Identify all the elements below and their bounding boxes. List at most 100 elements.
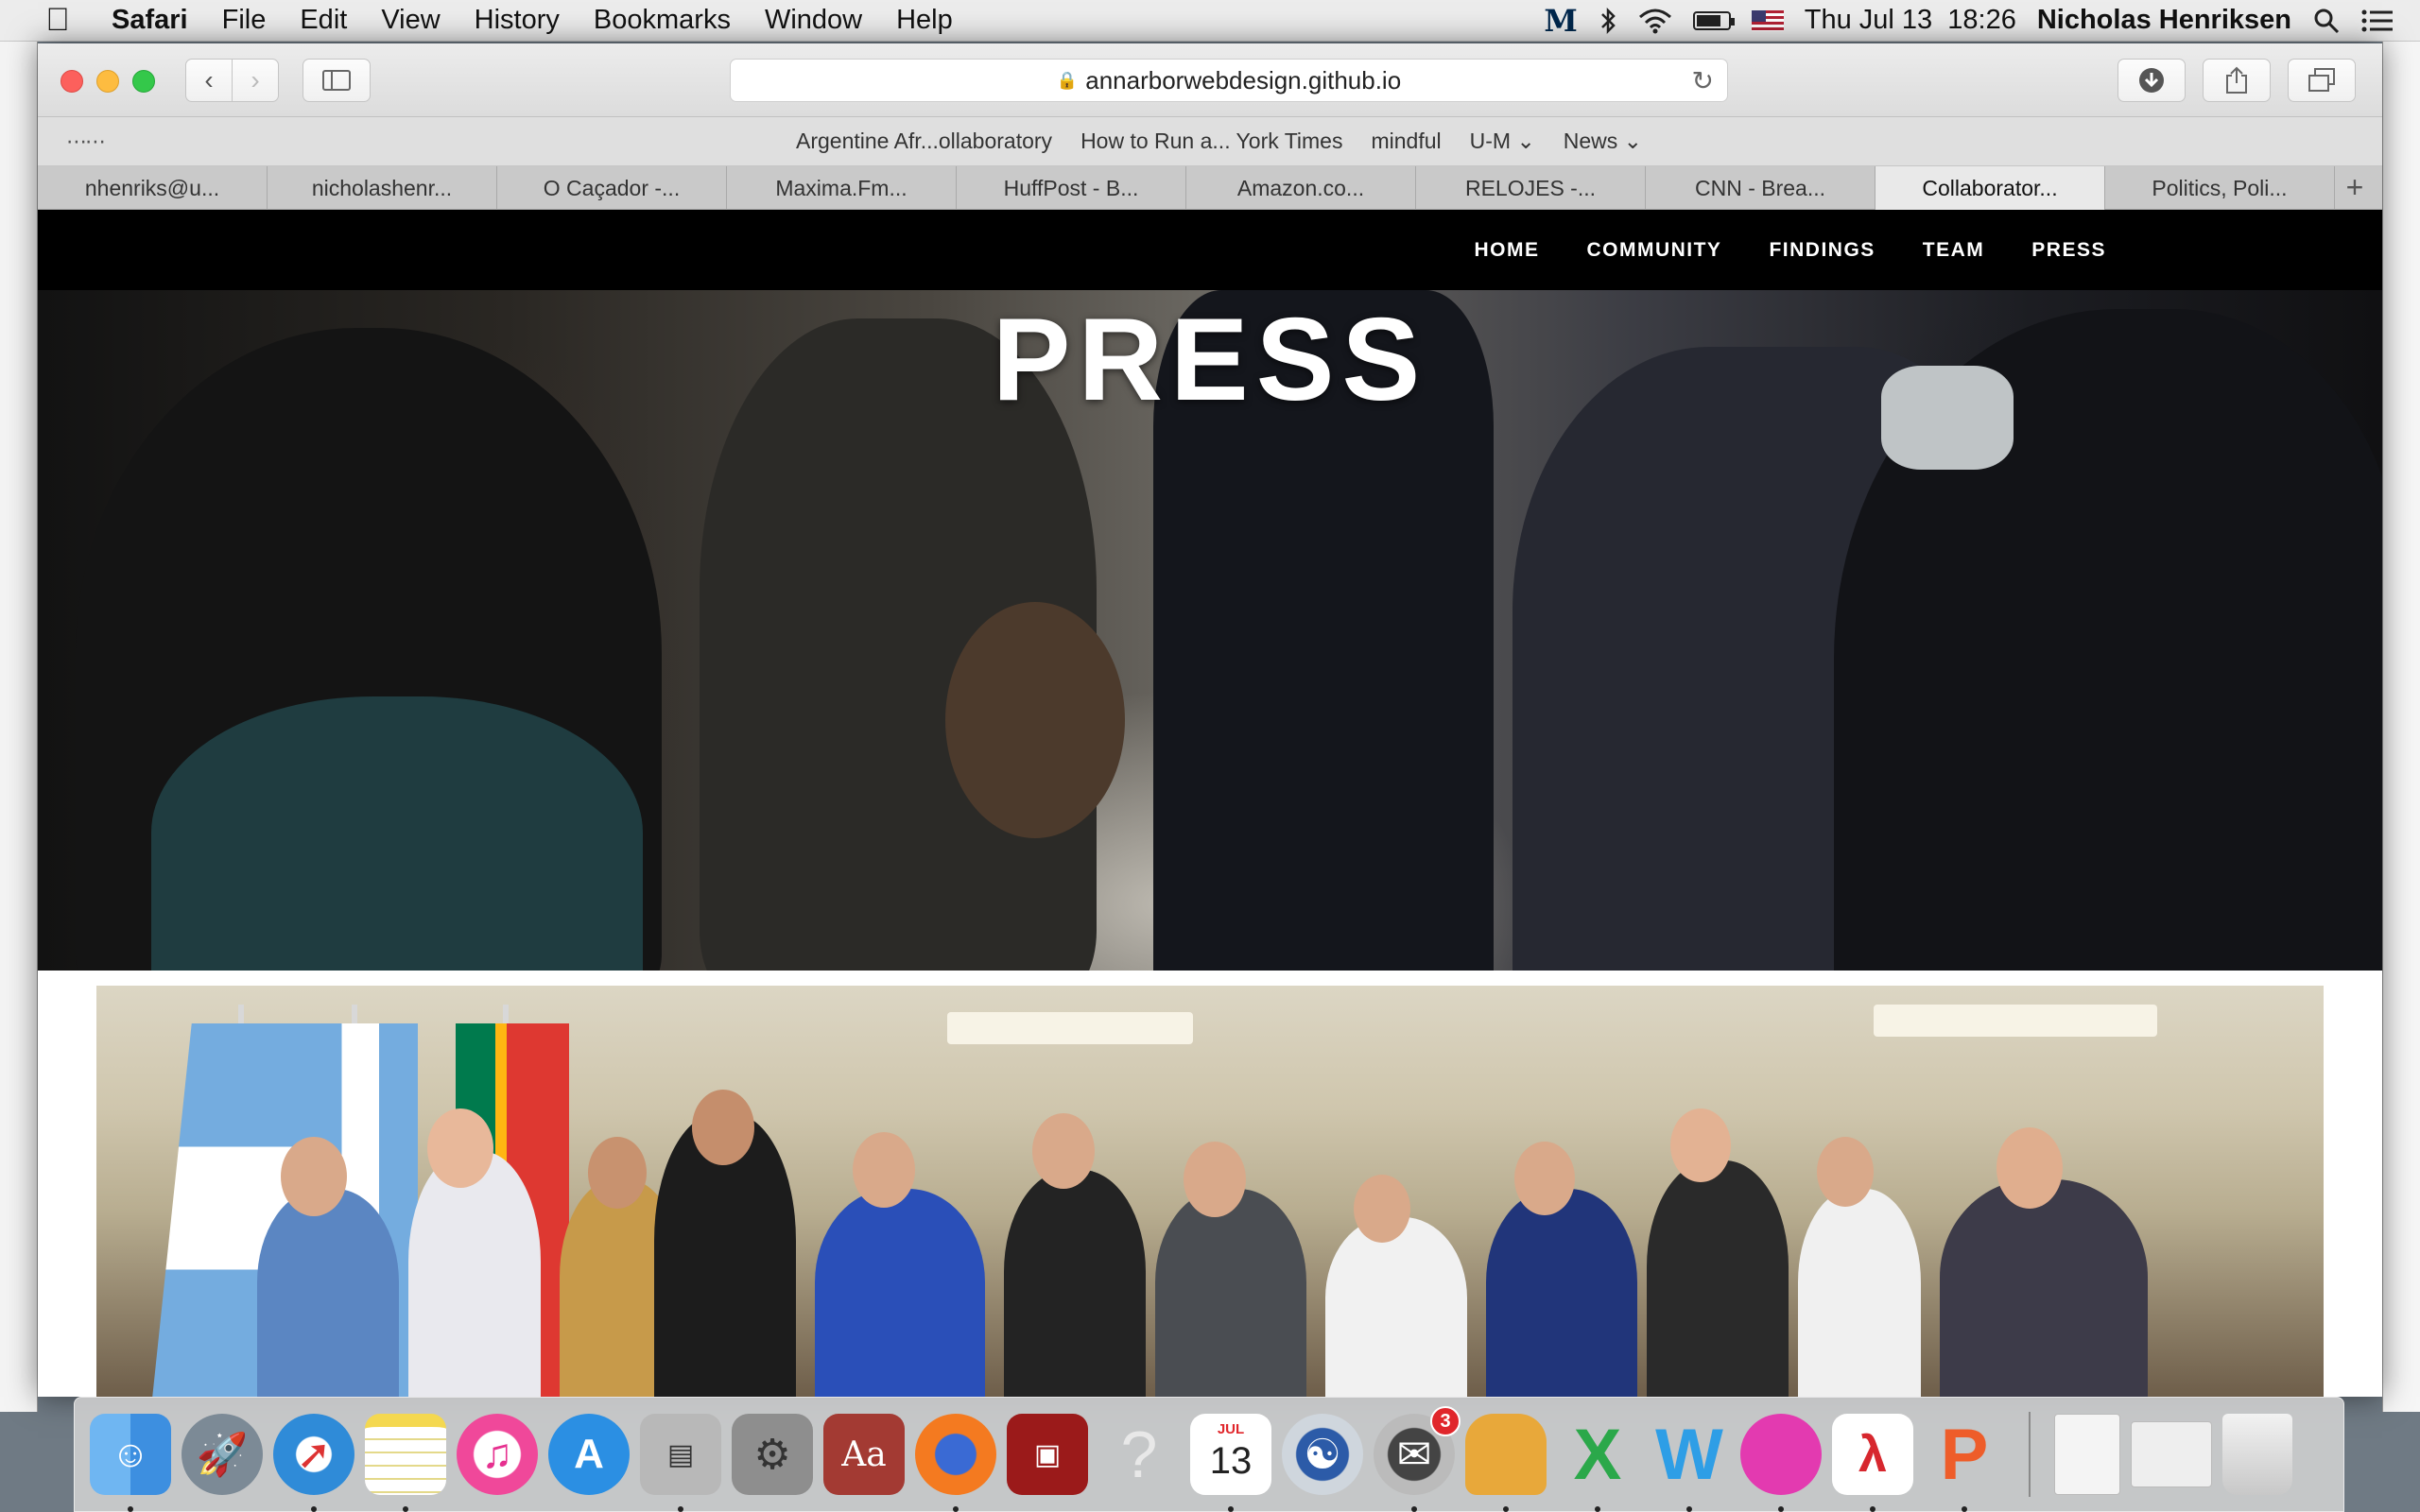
notes-icon[interactable] — [365, 1414, 446, 1512]
page-title: PRESS — [992, 295, 1428, 425]
help-icon[interactable]: ? — [1098, 1414, 1180, 1495]
menu-bookmarks[interactable]: Bookmarks — [577, 5, 748, 36]
itunes-icon[interactable]: ♫ — [457, 1414, 538, 1495]
excel-icon[interactable]: X — [1557, 1414, 1638, 1512]
lock-icon: 🔒 — [1056, 70, 1079, 90]
show-all-tabs-button[interactable] — [2288, 59, 2356, 102]
menu-window[interactable]: Window — [748, 5, 879, 36]
word-icon[interactable]: W — [1649, 1414, 1730, 1512]
menu-file[interactable]: File — [205, 5, 284, 36]
reload-icon[interactable]: ↻ — [1692, 65, 1714, 96]
status-area: M Thu Jul 13 18:26 Nicholas Henriksen — [1544, 0, 2420, 42]
calendar-icon[interactable]: JUL 13 — [1190, 1414, 1271, 1512]
notification-center-icon[interactable] — [2361, 0, 2394, 42]
close-window-button[interactable] — [60, 70, 83, 93]
address-text: annarborwebdesign.github.io — [1085, 65, 1402, 94]
chevron-right-icon: › — [251, 65, 260, 94]
trash-icon[interactable] — [2222, 1414, 2292, 1495]
clock[interactable]: Thu Jul 13 18:26 — [1805, 5, 2016, 36]
menu-bar:  Safari File Edit View History Bookmark… — [0, 0, 2420, 42]
address-bar[interactable]: 🔒 annarborwebdesign.github.io ↻ — [730, 59, 1728, 102]
tab[interactable]: Amazon.co... — [1186, 166, 1416, 210]
chevron-left-icon: ‹ — [204, 65, 214, 94]
favorite-folder[interactable]: News ⌄ — [1564, 129, 1642, 154]
minimize-window-button[interactable] — [96, 70, 119, 93]
user-name[interactable]: Nicholas Henriksen — [2037, 5, 2291, 36]
photo-booth-icon[interactable]: ▣ — [1007, 1414, 1088, 1495]
share-icon — [2226, 66, 2247, 94]
tab[interactable]: nhenriks@u... — [38, 166, 268, 210]
apple-icon[interactable]:  — [36, 2, 79, 39]
acrobat-icon[interactable]: λ — [1832, 1414, 1913, 1512]
tab-bar: nhenriks@u... nicholashenr... O Caçador … — [38, 166, 2382, 210]
hero-banner-photo: PRESS — [38, 290, 2382, 971]
safari-toolbar: ‹ › 🔒 annarborwebdesign.github.io ↻ — [38, 43, 2382, 117]
tab-active[interactable]: Collaborator... — [1876, 166, 2105, 210]
spotlight-search-icon[interactable] — [2312, 0, 2341, 42]
menu-help[interactable]: Help — [879, 5, 970, 36]
menu-history[interactable]: History — [458, 5, 577, 36]
tab[interactable]: RELOJES -... — [1416, 166, 1646, 210]
favorite-item[interactable]: How to Run a... York Times — [1080, 129, 1342, 154]
powerpoint-icon[interactable]: P — [1924, 1414, 2005, 1512]
um-logo-icon[interactable]: M — [1544, 0, 1577, 42]
input-source-flag-icon[interactable] — [1751, 0, 1784, 42]
dock: ☺ 🚀 ➚ ♫ A ▤ ⚙ Aa ▣ ? JUL 13 ☯ ✉ 3 X W λ … — [74, 1397, 2344, 1512]
finder-icon[interactable]: ☺ — [90, 1414, 171, 1512]
new-tab-plus-icon[interactable]: + — [2341, 166, 2369, 209]
site-navigation: HOME COMMUNITY FINDINGS TEAM PRESS — [38, 210, 2382, 290]
screenshot-thumbnail-icon[interactable] — [2131, 1421, 2212, 1487]
tab[interactable]: CNN - Brea... — [1646, 166, 1876, 210]
honey-jar-app-icon[interactable] — [1465, 1414, 1547, 1512]
photo-detail — [947, 1012, 1193, 1044]
tab[interactable]: Maxima.Fm... — [727, 166, 957, 210]
group-photo — [96, 986, 2324, 1397]
app-store-icon[interactable]: A — [548, 1414, 630, 1495]
calendar-day: 13 — [1209, 1440, 1253, 1482]
favorite-folder[interactable]: U-M ⌄ — [1470, 129, 1535, 154]
tab[interactable]: Politics, Poli... — [2105, 166, 2335, 210]
tab[interactable]: O Caçador -... — [497, 166, 727, 210]
nav-findings[interactable]: FINDINGS — [1769, 239, 1875, 262]
download-icon — [2139, 68, 2164, 93]
favorite-item[interactable]: mindful — [1371, 129, 1441, 154]
calculator-icon[interactable]: ▤ — [640, 1414, 721, 1512]
grid-icon[interactable]: ⋯⋯ — [66, 129, 106, 154]
launchpad-icon[interactable]: 🚀 — [182, 1414, 263, 1495]
menu-app-safari[interactable]: Safari — [102, 5, 205, 36]
calendar-month: JUL — [1217, 1421, 1245, 1437]
globe-app-icon[interactable]: ☯ — [1282, 1414, 1363, 1495]
menu-view[interactable]: View — [364, 5, 457, 36]
favorite-item[interactable]: Argentine Afr...ollaboratory — [796, 129, 1052, 154]
tabs-icon — [2308, 68, 2335, 92]
back-button[interactable]: ‹ — [185, 59, 233, 102]
nav-home[interactable]: HOME — [1474, 239, 1539, 262]
photo-detail — [1874, 1005, 2157, 1037]
dock-separator — [2029, 1412, 2031, 1497]
firefox-icon[interactable] — [915, 1414, 996, 1512]
lips-app-icon[interactable] — [1740, 1414, 1822, 1512]
nav-community[interactable]: COMMUNITY — [1586, 239, 1721, 262]
bluetooth-icon[interactable] — [1599, 0, 1617, 42]
nav-team[interactable]: TEAM — [1923, 239, 1985, 262]
wifi-icon[interactable] — [1638, 0, 1672, 42]
tab[interactable]: HuffPost - B... — [957, 166, 1186, 210]
mail-badge: 3 — [1430, 1406, 1461, 1436]
background-window-left — [0, 42, 38, 1412]
menu-edit[interactable]: Edit — [283, 5, 364, 36]
forward-button[interactable]: › — [232, 59, 279, 102]
safari-icon[interactable]: ➚ — [273, 1414, 354, 1512]
mail-app-icon[interactable]: ✉ 3 — [1374, 1406, 1461, 1512]
safari-window: ‹ › 🔒 annarborwebdesign.github.io ↻ ⋯⋯ A… — [38, 43, 2382, 1397]
battery-icon[interactable] — [1692, 0, 1735, 42]
share-button[interactable] — [2203, 59, 2271, 102]
sidebar-toggle-button[interactable] — [302, 59, 371, 102]
system-preferences-icon[interactable]: ⚙ — [732, 1414, 813, 1495]
tab[interactable]: nicholashenr... — [268, 166, 497, 210]
document-file-icon[interactable] — [2054, 1414, 2120, 1495]
downloads-button[interactable] — [2118, 59, 2186, 102]
fullscreen-window-button[interactable] — [132, 70, 155, 93]
nav-press[interactable]: PRESS — [2031, 239, 2106, 262]
dictionary-icon[interactable]: Aa — [823, 1414, 905, 1495]
web-page: HOME COMMUNITY FINDINGS TEAM PRESS PRESS — [38, 210, 2382, 1397]
